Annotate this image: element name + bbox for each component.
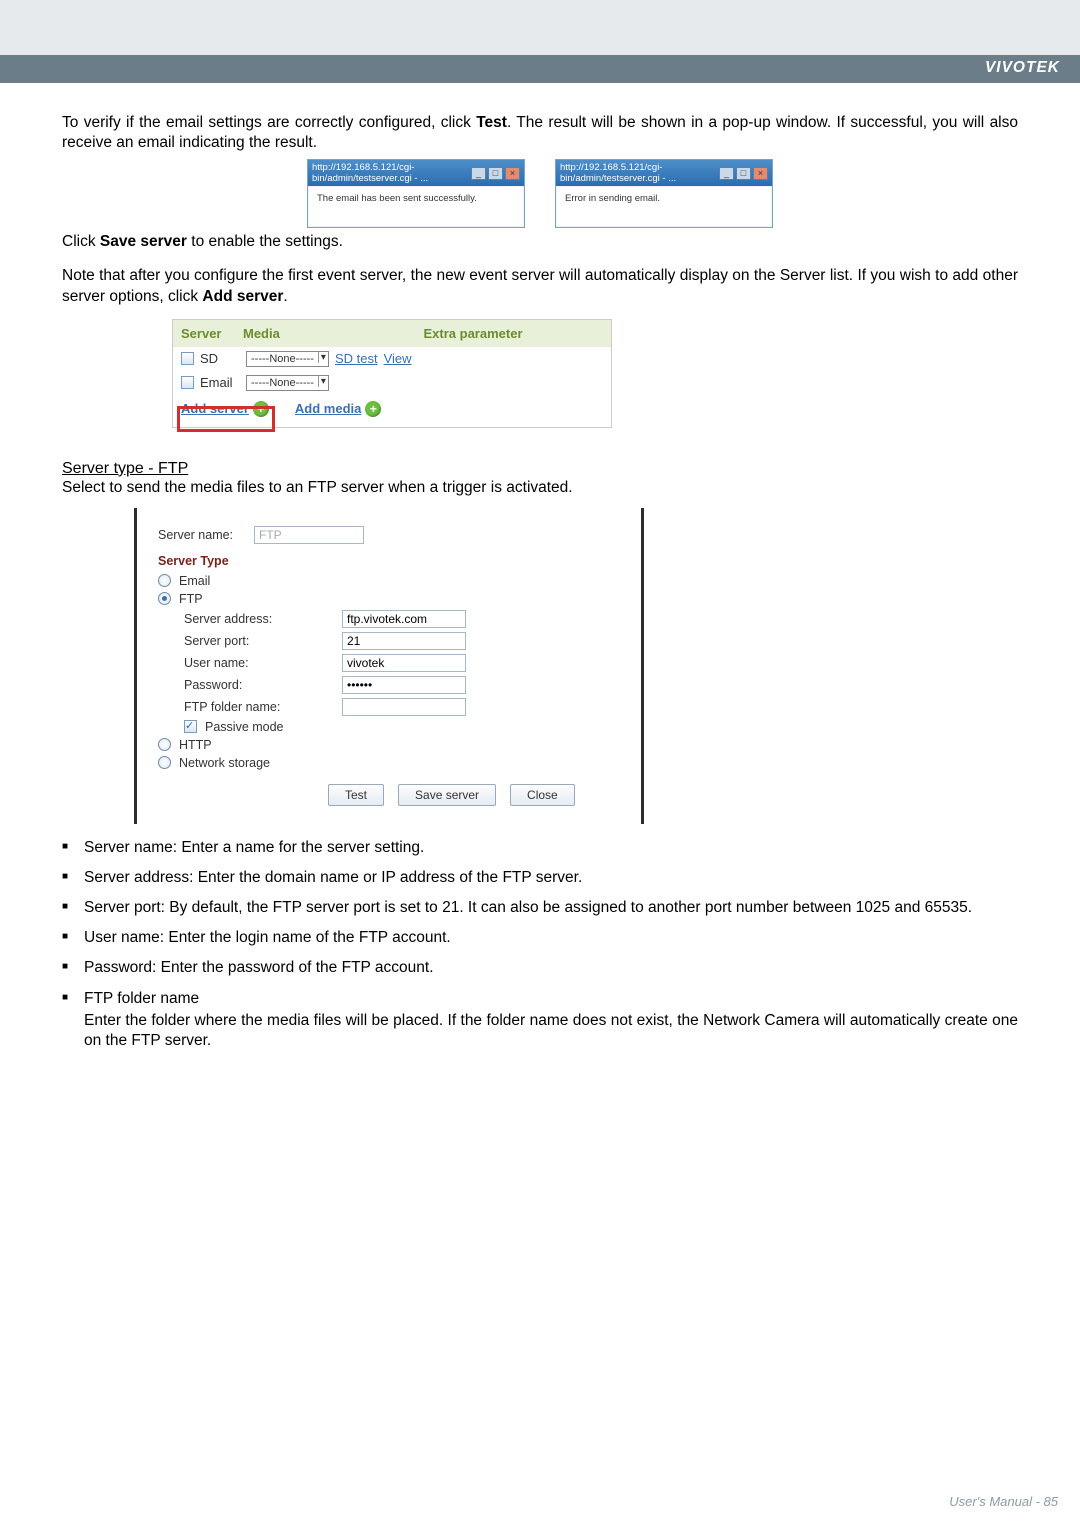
netstorage-radio[interactable] — [158, 756, 171, 769]
sd-checkbox[interactable] — [181, 352, 194, 365]
add-server-group[interactable]: Add server + — [181, 401, 269, 417]
brand-bar: VIVOTEK — [0, 55, 1080, 83]
sd-media-select[interactable]: -----None----- — [246, 351, 329, 367]
email-radio-row: Email — [158, 574, 622, 588]
table-row-sd: SD -----None----- SD test View — [173, 347, 611, 371]
ftp-radio-row: FTP — [158, 592, 622, 606]
add-server-word: Add server — [202, 288, 283, 305]
field-descriptions: Server name: Enter a name for the server… — [62, 838, 1018, 1051]
ftp-panel: Server name: Server Type Email FTP Serve… — [134, 508, 644, 824]
http-radio-label: HTTP — [179, 738, 212, 752]
netstorage-radio-row: Network storage — [158, 756, 622, 770]
close-icon[interactable]: × — [505, 167, 520, 180]
popup-success-title: http://192.168.5.121/cgi-bin/admin/tests… — [308, 160, 524, 186]
table-row-email: Email -----None----- — [173, 371, 611, 395]
popup-success-body: The email has been sent successfully. — [309, 187, 523, 226]
passive-row: Passive mode — [184, 720, 622, 734]
note-paragraph: Note that after you configure the first … — [62, 266, 1018, 306]
sd-label: SD — [200, 351, 240, 366]
servername-row: Server name: — [158, 526, 622, 544]
ftpfolder-row: FTP folder name: — [184, 698, 622, 716]
close-button[interactable]: Close — [510, 784, 575, 806]
popup-row: http://192.168.5.121/cgi-bin/admin/tests… — [62, 159, 1018, 228]
servername-input[interactable] — [254, 526, 364, 544]
th-extra: Extra parameter — [343, 326, 603, 341]
ftpfolder-label: FTP folder name: — [184, 700, 334, 714]
save-server-word: Save server — [100, 233, 187, 250]
th-media: Media — [243, 326, 343, 341]
password-input[interactable] — [342, 676, 466, 694]
username-row: User name: — [184, 654, 622, 672]
li-username: User name: Enter the login name of the F… — [62, 928, 1018, 948]
popup-error-title: http://192.168.5.121/cgi-bin/admin/tests… — [556, 160, 772, 186]
save-server-button[interactable]: Save server — [398, 784, 496, 806]
minimize-icon[interactable]: _ — [471, 167, 486, 180]
serverport-label: Server port: — [184, 634, 334, 648]
email-media-select[interactable]: -----None----- — [246, 375, 329, 391]
ftp-radio[interactable] — [158, 592, 171, 605]
button-row: Test Save server Close — [328, 784, 622, 806]
server-table-head: Server Media Extra parameter — [173, 320, 611, 347]
maximize-icon[interactable]: □ — [736, 167, 751, 180]
th-server: Server — [181, 326, 243, 341]
li-password: Password: Enter the password of the FTP … — [62, 958, 1018, 978]
footer: User's Manual - 85 — [949, 1494, 1058, 1509]
li-servername: Server name: Enter a name for the server… — [62, 838, 1018, 858]
page-content: To verify if the email settings are corr… — [0, 83, 1080, 1177]
intro-paragraph: To verify if the email settings are corr… — [62, 113, 1018, 153]
plus-icon: + — [253, 401, 269, 417]
popup-error-url: http://192.168.5.121/cgi-bin/admin/tests… — [560, 162, 719, 184]
li-serverport: Server port: By default, the FTP server … — [62, 898, 1018, 918]
maximize-icon[interactable]: □ — [488, 167, 503, 180]
passive-checkbox[interactable] — [184, 720, 197, 733]
top-band: VIVOTEK — [0, 0, 1080, 83]
click-save-paragraph: Click Save server to enable the settings… — [62, 232, 1018, 252]
add-server-link[interactable]: Add server — [181, 401, 249, 416]
netstorage-radio-label: Network storage — [179, 756, 270, 770]
test-button[interactable]: Test — [328, 784, 384, 806]
li-serveraddr: Server address: Enter the domain name or… — [62, 868, 1018, 888]
username-label: User name: — [184, 656, 334, 670]
email-checkbox[interactable] — [181, 376, 194, 389]
http-radio[interactable] — [158, 738, 171, 751]
add-row: Add server + Add media + — [173, 395, 611, 427]
sd-test-link[interactable]: SD test — [335, 351, 378, 366]
username-input[interactable] — [342, 654, 466, 672]
serverport-row: Server port: — [184, 632, 622, 650]
server-type-desc: Select to send the media files to an FTP… — [62, 478, 1018, 498]
popup-error: http://192.168.5.121/cgi-bin/admin/tests… — [555, 159, 773, 228]
ftpfolder-input[interactable] — [342, 698, 466, 716]
password-label: Password: — [184, 678, 334, 692]
minimize-icon[interactable]: _ — [719, 167, 734, 180]
add-media-link[interactable]: Add media — [295, 401, 361, 416]
ftp-radio-label: FTP — [179, 592, 203, 606]
view-link[interactable]: View — [384, 351, 412, 366]
close-icon[interactable]: × — [753, 167, 768, 180]
email-radio-label: Email — [179, 574, 210, 588]
popup-success: http://192.168.5.121/cgi-bin/admin/tests… — [307, 159, 525, 228]
test-word: Test — [476, 114, 507, 131]
popup-error-buttons: _ □ × — [719, 167, 768, 180]
server-table: Server Media Extra parameter SD -----Non… — [172, 319, 612, 428]
http-radio-row: HTTP — [158, 738, 622, 752]
serveraddr-input[interactable] — [342, 610, 466, 628]
plus-icon: + — [365, 401, 381, 417]
popup-success-buttons: _ □ × — [471, 167, 520, 180]
serveraddr-row: Server address: — [184, 610, 622, 628]
servername-label: Server name: — [158, 528, 246, 542]
serverport-input[interactable] — [342, 632, 466, 650]
email-radio[interactable] — [158, 574, 171, 587]
popup-success-url: http://192.168.5.121/cgi-bin/admin/tests… — [312, 162, 471, 184]
server-type-heading: Server type - FTP — [62, 460, 1018, 478]
popup-error-body: Error in sending email. — [557, 187, 771, 226]
brand-text: VIVOTEK — [985, 59, 1060, 76]
servertype-title: Server Type — [158, 554, 622, 568]
serveraddr-label: Server address: — [184, 612, 334, 626]
passive-label: Passive mode — [205, 720, 284, 734]
add-media-group[interactable]: Add media + — [295, 401, 381, 417]
li-ftpfolder: FTP folder name Enter the folder where t… — [62, 989, 1018, 1051]
email-label: Email — [200, 375, 240, 390]
password-row: Password: — [184, 676, 622, 694]
